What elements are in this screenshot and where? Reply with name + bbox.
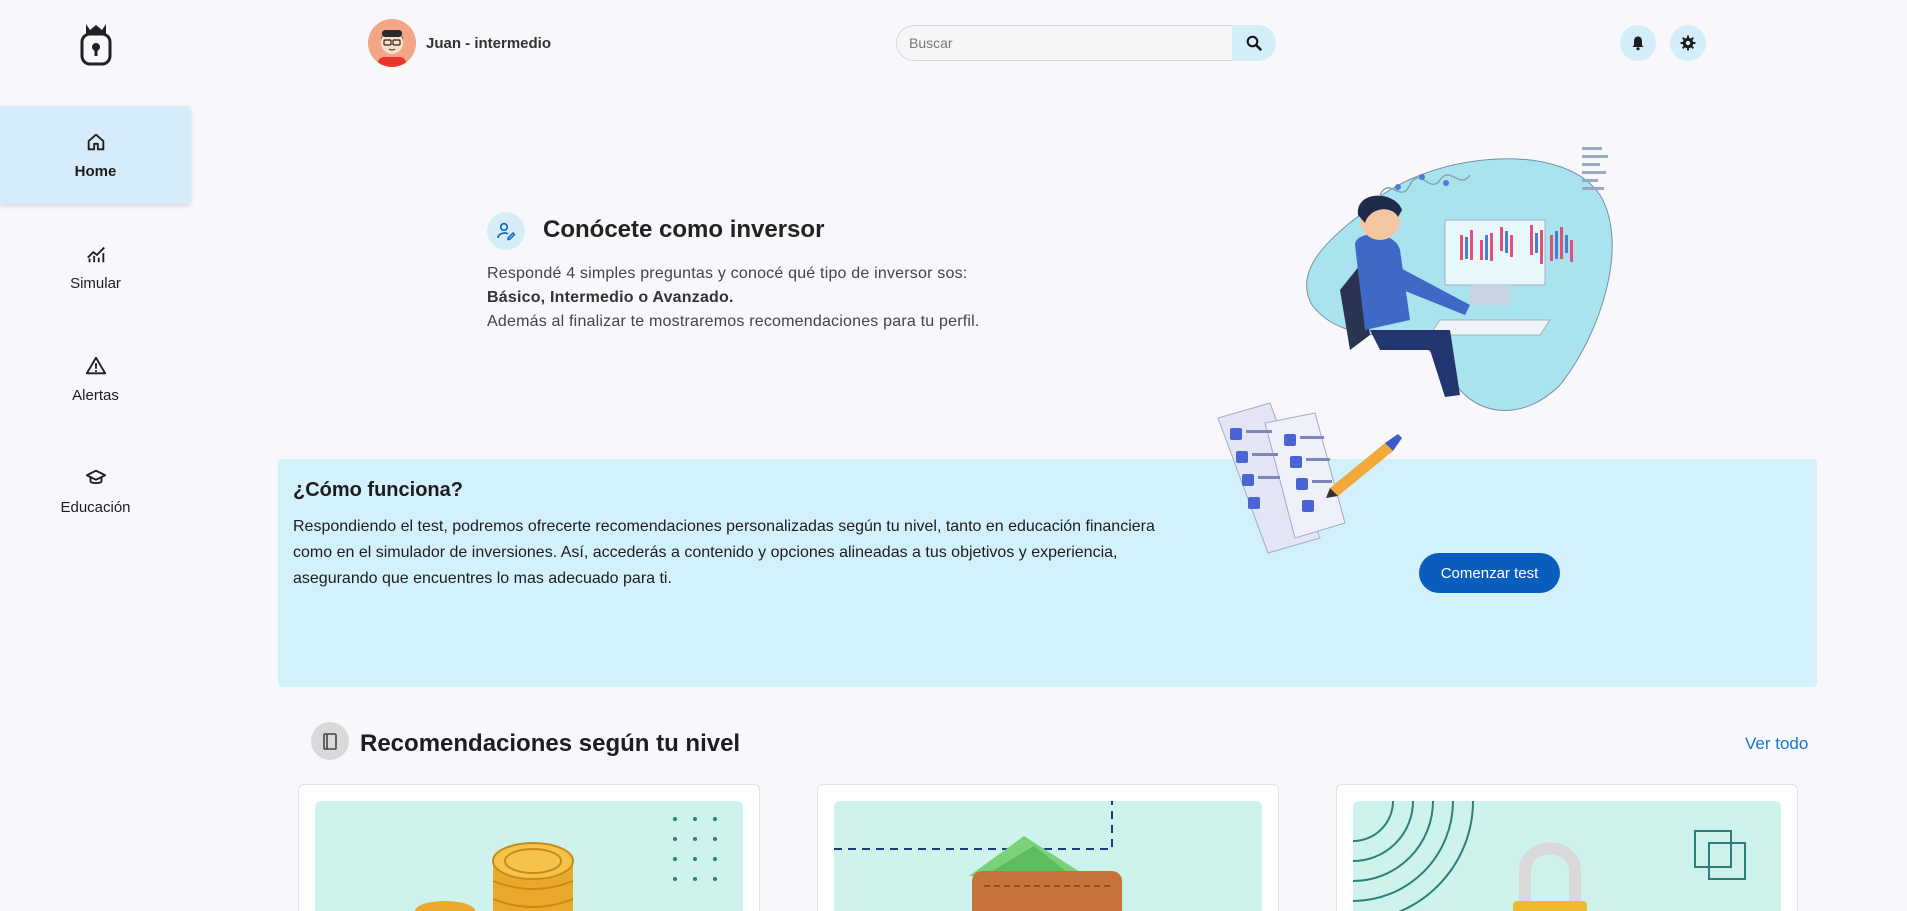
recommendations-icon-badge (311, 722, 349, 760)
hero-profile-icon-badge (487, 212, 525, 250)
how-it-works-panel: ¿Cómo funciona? Respondiendo el test, po… (278, 459, 1817, 687)
card-image (315, 801, 743, 911)
sidebar-item-educacion[interactable]: Educación (0, 442, 191, 540)
notifications-button[interactable] (1620, 25, 1656, 61)
hero-description: Respondé 4 simples preguntas y conocé qu… (487, 262, 980, 334)
search-icon (1246, 35, 1262, 51)
see-all-link[interactable]: Ver todo (1745, 734, 1808, 754)
book-icon (323, 733, 337, 750)
sidebar-item-label: Educación (60, 498, 131, 516)
hero-title: Conócete como inversor (543, 216, 825, 243)
wallet-illustration (834, 801, 1122, 911)
recommendations-title: Recomendaciones según tu nivel (360, 730, 741, 757)
checklist-illustration (1217, 402, 1402, 554)
sidebar: Home Simular Alertas Educación (0, 0, 191, 911)
search-button[interactable] (1232, 25, 1276, 61)
graduation-cap-icon (85, 469, 106, 484)
search-input[interactable] (896, 25, 1232, 61)
search-bar (896, 25, 1276, 61)
hero-line-1: Respondé 4 simples preguntas y conocé qu… (487, 265, 968, 282)
sidebar-item-home[interactable]: Home (0, 106, 191, 204)
recommendation-card[interactable] (1336, 784, 1798, 911)
hero-line-3: Además al finalizar te mostraremos recom… (487, 313, 980, 330)
bell-icon (1632, 36, 1644, 51)
sidebar-item-alertas[interactable]: Alertas (0, 330, 191, 428)
investor-illustration (1306, 147, 1613, 411)
avatar (368, 19, 416, 67)
chart-icon (86, 246, 105, 262)
home-icon (87, 133, 104, 150)
money-bag-logo-icon (80, 24, 112, 66)
user-edit-icon (497, 222, 516, 241)
card-image (1353, 801, 1781, 911)
padlock-illustration (1353, 801, 1746, 911)
sidebar-item-simular[interactable]: Simular (0, 218, 191, 316)
user-profile[interactable]: Juan - intermedio (368, 19, 551, 67)
recommendation-card[interactable] (817, 784, 1279, 911)
start-test-button[interactable]: Comenzar test (1419, 553, 1560, 593)
username: Juan - intermedio (426, 34, 552, 52)
warning-icon (85, 356, 106, 374)
how-it-works-text: Respondiendo el test, podremos ofrecerte… (293, 518, 1155, 587)
logo[interactable] (76, 20, 116, 68)
sidebar-item-label: Home (74, 162, 117, 180)
sidebar-item-label: Alertas (72, 386, 119, 404)
card-image (834, 801, 1262, 911)
hero-line-2: Básico, Intermedio o Avanzado. (487, 289, 734, 306)
avatar-icon (368, 19, 416, 67)
sidebar-item-label: Simular (70, 274, 121, 292)
recommendation-card[interactable] (298, 784, 760, 911)
gear-icon (1680, 35, 1696, 51)
coins-illustration (415, 817, 717, 911)
how-it-works-title: ¿Cómo funciona? (293, 479, 463, 501)
settings-button[interactable] (1670, 25, 1706, 61)
